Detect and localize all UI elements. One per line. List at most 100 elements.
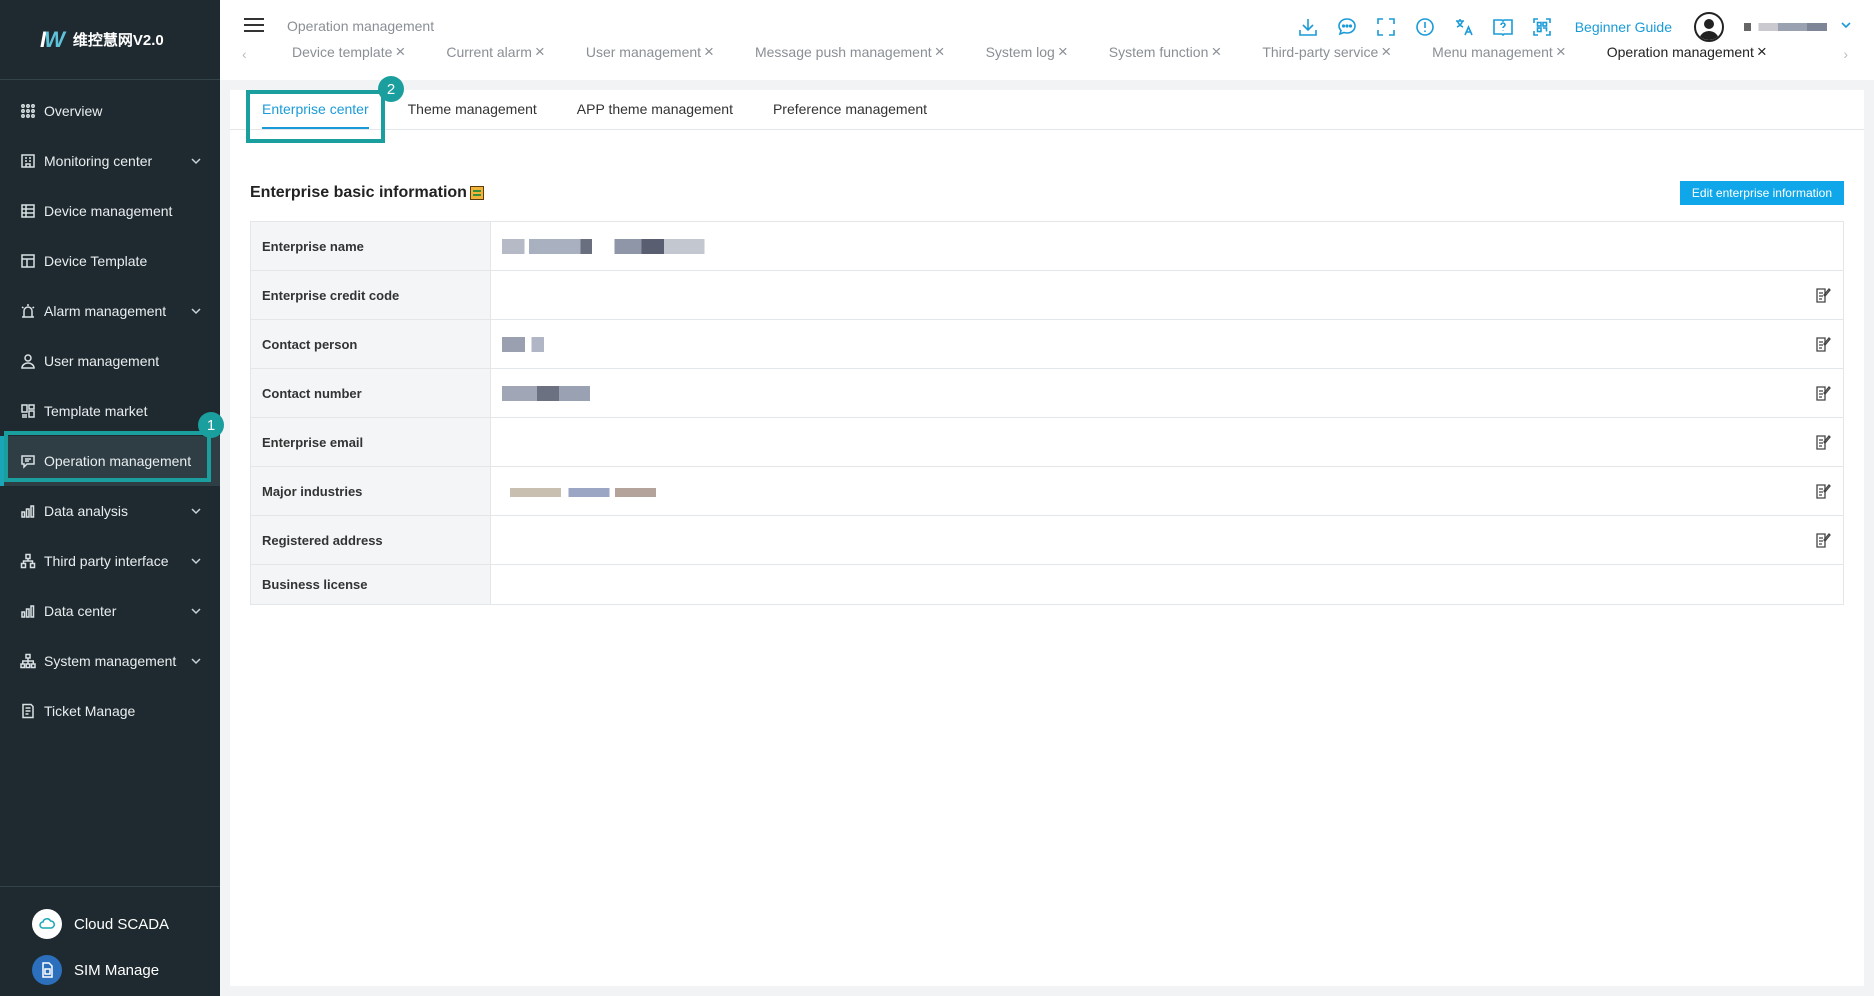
sidebar-item-label: Ticket Manage bbox=[44, 703, 136, 719]
close-icon[interactable]: × bbox=[704, 43, 714, 60]
device-list-icon bbox=[20, 203, 36, 219]
close-icon[interactable]: × bbox=[535, 43, 545, 60]
edit-icon[interactable] bbox=[1815, 531, 1831, 549]
sidebar-item-device-management[interactable]: Device management bbox=[0, 186, 220, 236]
sidebar-item-user-management[interactable]: User management bbox=[0, 336, 220, 386]
username-redacted[interactable] bbox=[1744, 23, 1834, 31]
chevron-down-icon bbox=[190, 655, 202, 667]
close-icon[interactable]: × bbox=[1556, 43, 1566, 60]
sidebar-item-third-party-interface[interactable]: Third party interface bbox=[0, 536, 220, 586]
page-tab-device-template[interactable]: Device template × bbox=[292, 43, 405, 60]
sidebar-item-label: User management bbox=[44, 353, 160, 369]
cloud-scada-link[interactable]: Cloud SCADA bbox=[0, 901, 220, 947]
sidebar-item-label: Operation management bbox=[44, 453, 192, 469]
sidebar-item-system-management[interactable]: System management bbox=[0, 636, 220, 686]
chevron-down-icon[interactable] bbox=[1840, 18, 1874, 36]
chevron-down-icon bbox=[190, 555, 202, 567]
tab-enterprise-center[interactable]: Enterprise center bbox=[262, 90, 369, 129]
page-tab-label: Menu management bbox=[1432, 44, 1553, 60]
section-title: Enterprise basic information bbox=[250, 184, 484, 202]
sidebar-item-label: Overview bbox=[44, 103, 103, 119]
close-icon[interactable]: × bbox=[935, 43, 945, 60]
page-tab-user-management[interactable]: User management × bbox=[586, 43, 714, 60]
tab-preference-management[interactable]: Preference management bbox=[773, 90, 927, 129]
sim-manage-link[interactable]: SIM Manage bbox=[0, 947, 220, 993]
org-chart-icon bbox=[20, 653, 36, 669]
edit-icon[interactable] bbox=[1815, 335, 1831, 353]
step-badge-2: 2 bbox=[378, 76, 404, 102]
cloud-icon bbox=[32, 909, 62, 939]
chevron-down-icon bbox=[190, 305, 202, 317]
table-row: Enterprise credit code bbox=[250, 270, 1844, 320]
close-icon[interactable]: × bbox=[1058, 43, 1068, 60]
sidebar-item-data-analysis[interactable]: Data analysis bbox=[0, 486, 220, 536]
field-value-redacted bbox=[490, 368, 1844, 418]
page-tab-operation-management[interactable]: Operation management × bbox=[1607, 43, 1767, 60]
field-label: Registered address bbox=[250, 515, 491, 565]
sidebar-item-label: Template market bbox=[44, 403, 148, 419]
tab-scroll-right-button[interactable]: › bbox=[1843, 46, 1848, 62]
page-tab-system-log[interactable]: System log × bbox=[986, 43, 1068, 60]
sim-manage-label: SIM Manage bbox=[74, 961, 160, 979]
close-icon[interactable]: × bbox=[1211, 43, 1221, 60]
page-tab-system-function[interactable]: System function × bbox=[1108, 43, 1222, 60]
sidebar-item-ticket-manage[interactable]: Ticket Manage bbox=[0, 686, 220, 736]
field-value bbox=[490, 515, 1844, 565]
notebook-icon bbox=[469, 186, 484, 200]
user-icon bbox=[20, 353, 36, 369]
table-row: Major industries bbox=[250, 466, 1844, 516]
app-logo[interactable]: IW 维控慧网V2.0 bbox=[0, 0, 220, 80]
translate-icon[interactable] bbox=[1452, 15, 1476, 39]
enterprise-info-table: Enterprise name Enterprise credit code C… bbox=[250, 221, 1844, 605]
edit-icon[interactable] bbox=[1815, 286, 1831, 304]
template-icon bbox=[20, 253, 36, 269]
sidebar-item-template-market[interactable]: Template market bbox=[0, 386, 220, 436]
tab-app-theme-management[interactable]: APP theme management bbox=[577, 90, 733, 129]
help-book-icon[interactable] bbox=[1491, 15, 1515, 39]
page-tab-label: System function bbox=[1108, 44, 1209, 60]
beginner-guide-link[interactable]: Beginner Guide bbox=[1575, 19, 1672, 35]
tab-scroll-left-button[interactable]: ‹ bbox=[242, 46, 247, 62]
page-tab-current-alarm[interactable]: Current alarm × bbox=[446, 43, 545, 60]
redacted-value bbox=[502, 239, 727, 255]
field-label: Enterprise email bbox=[250, 417, 491, 467]
field-value bbox=[490, 270, 1844, 320]
message-icon[interactable] bbox=[1335, 15, 1359, 39]
sidebar-item-alarm-management[interactable]: Alarm management bbox=[0, 286, 220, 336]
edit-enterprise-button[interactable]: Edit enterprise information bbox=[1679, 181, 1844, 205]
field-label: Major industries bbox=[250, 466, 491, 516]
market-icon bbox=[20, 403, 36, 419]
sidebar-item-device-template[interactable]: Device Template bbox=[0, 236, 220, 286]
download-icon[interactable] bbox=[1296, 15, 1320, 39]
qr-scan-icon[interactable] bbox=[1530, 15, 1554, 39]
tab-theme-management[interactable]: Theme management bbox=[408, 90, 537, 129]
page-tab-third-party-service[interactable]: Third-party service × bbox=[1262, 43, 1391, 60]
fullscreen-icon[interactable] bbox=[1374, 15, 1398, 39]
table-row: Contact number bbox=[250, 368, 1844, 418]
bar-chart-icon bbox=[20, 603, 36, 619]
field-value bbox=[491, 565, 1844, 605]
sidebar-item-operation-management[interactable]: Operation management bbox=[0, 436, 220, 486]
menu-toggle-icon[interactable] bbox=[244, 18, 264, 34]
sidebar-item-overview[interactable]: Overview bbox=[0, 86, 220, 136]
chevron-down-icon bbox=[190, 505, 202, 517]
sidebar-item-label: Device management bbox=[44, 203, 173, 219]
avatar[interactable] bbox=[1694, 12, 1724, 42]
logo-text: 维控慧网V2.0 bbox=[72, 32, 164, 49]
sidebar-bottom: Cloud SCADA SIM Manage bbox=[0, 886, 220, 996]
edit-icon[interactable] bbox=[1815, 384, 1831, 402]
page-tab-message-push-management[interactable]: Message push management × bbox=[754, 43, 945, 60]
edit-icon[interactable] bbox=[1815, 433, 1831, 451]
close-icon[interactable]: × bbox=[395, 43, 405, 60]
sidebar-item-data-center[interactable]: Data center bbox=[0, 586, 220, 636]
close-icon[interactable]: × bbox=[1381, 43, 1391, 60]
field-label: Contact person bbox=[250, 319, 491, 369]
sidebar-item-label: Data analysis bbox=[44, 503, 129, 519]
sidebar-item-monitoring-center[interactable]: Monitoring center bbox=[0, 136, 220, 186]
edit-icon[interactable] bbox=[1815, 482, 1831, 500]
page-tab-menu-management[interactable]: Menu management × bbox=[1432, 43, 1566, 60]
header-toolbar: Beginner Guide bbox=[1296, 10, 1874, 44]
page-tab-label: Message push management bbox=[754, 44, 932, 60]
close-icon[interactable]: × bbox=[1757, 43, 1767, 60]
alert-icon[interactable] bbox=[1413, 15, 1437, 39]
